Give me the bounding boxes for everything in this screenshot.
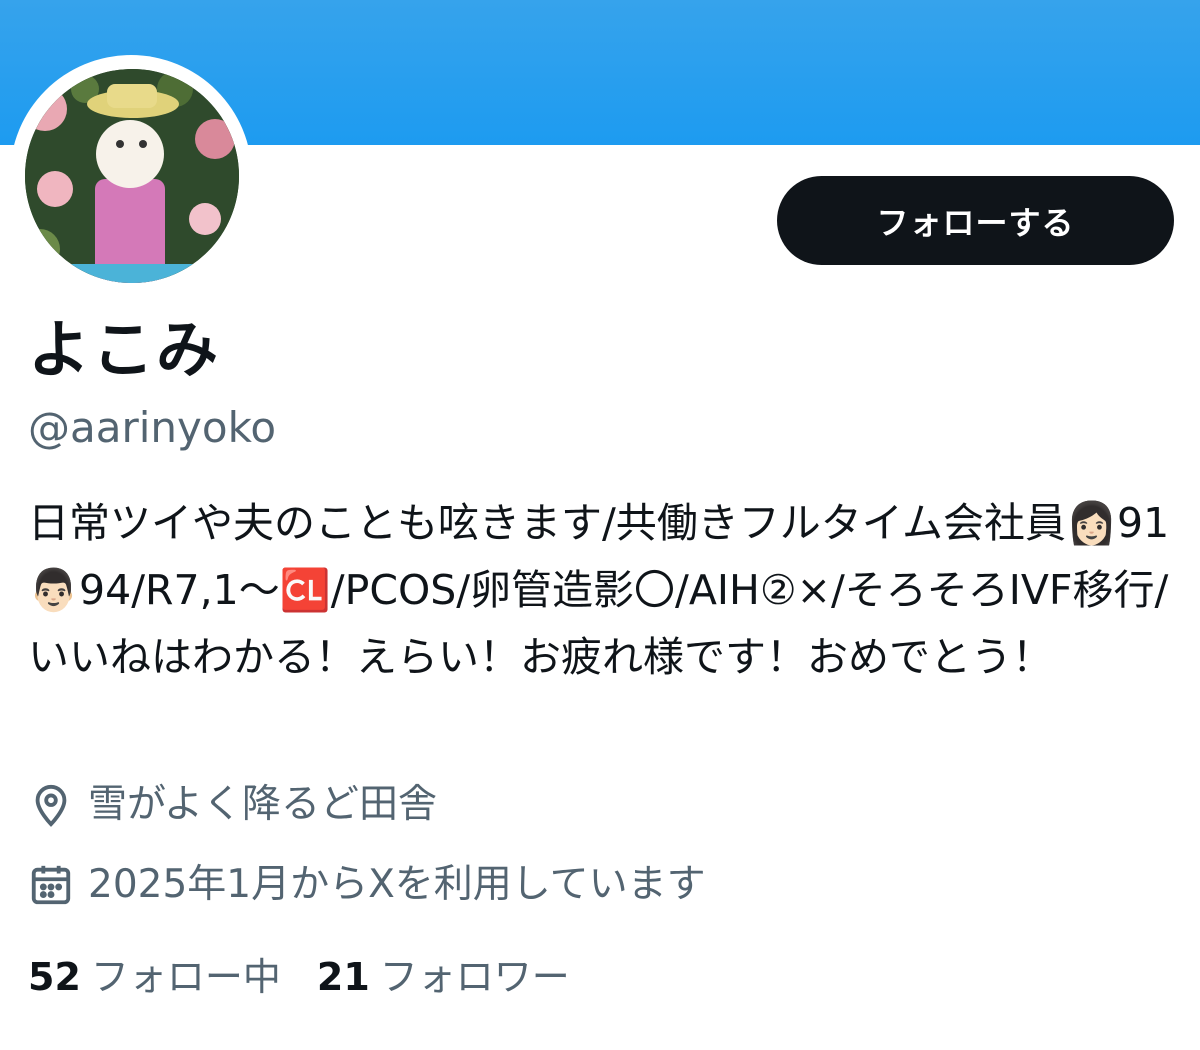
follow-button[interactable]: フォローする [777,176,1174,265]
followers-count: 21 [316,955,370,999]
location-row: 雪がよく降るど田舎 [28,780,437,830]
location-text: 雪がよく降るど田舎 [88,782,438,827]
display-name: よこみ [28,313,221,386]
bio: 日常ツイや夫のことも呟きます/共働きフルタイム会社員👩🏻91👨🏻94/R7,1〜… [28,499,1170,681]
joined-text: 2025年1月からXを利用しています [88,862,706,907]
follow-stats: 52 フォロー中 21 フォロワー [28,950,606,1004]
location-pin-icon [28,782,74,828]
followers-label: フォロワー [379,955,570,999]
avatar[interactable] [25,69,239,283]
following-label: フォロー中 [90,955,281,999]
following-link[interactable]: 52 フォロー中 [28,950,281,1004]
calendar-icon [28,862,74,908]
following-count: 52 [28,955,81,999]
handle: @aarinyoko [28,403,277,452]
joined-row: 2025年1月からXを利用しています [28,860,706,910]
followers-link[interactable]: 21 フォロワー [317,950,570,1004]
